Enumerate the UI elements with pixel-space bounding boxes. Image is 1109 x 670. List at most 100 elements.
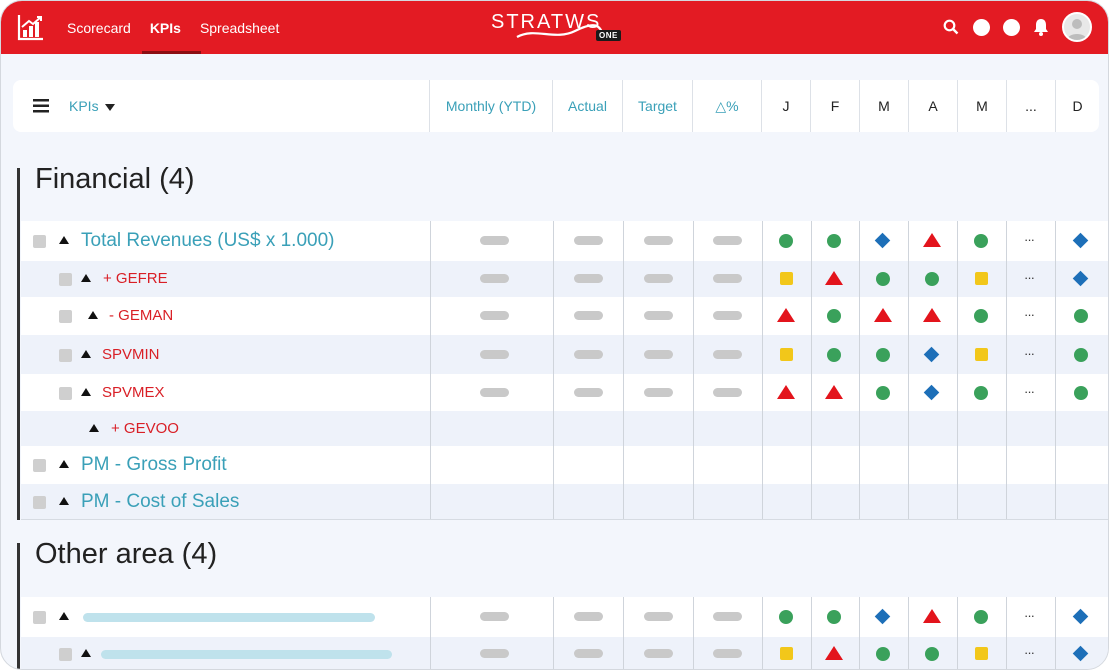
status-diamond-icon (874, 608, 891, 625)
avatar[interactable] (1062, 12, 1092, 42)
status-circle-icon (876, 347, 890, 362)
kpi-name-link[interactable]: SPVMIN (102, 346, 160, 363)
nav-kpis[interactable]: KPIs (141, 1, 202, 54)
column-delta-percent[interactable]: △% (692, 80, 761, 132)
brand-swoosh-icon (516, 24, 605, 38)
app-window: Scorecard KPIs Spreadsheet STRATWS ONE K… (0, 0, 1109, 670)
row-checkbox[interactable] (33, 235, 46, 248)
more-dots-icon: ··· (1024, 270, 1035, 285)
kpi-name-link[interactable]: SPVMEX (102, 384, 165, 401)
row-checkbox[interactable] (59, 386, 72, 400)
brand-logo: STRATWS ONE (491, 9, 621, 45)
more-dots-icon: ··· (1024, 645, 1035, 660)
kpi-select-label: KPIs (69, 98, 99, 114)
more-dots-icon: ··· (1024, 345, 1035, 361)
status-diamond-icon (1072, 608, 1089, 625)
column-month-apr[interactable]: A (908, 80, 957, 132)
kpi-name-placeholder[interactable] (101, 650, 392, 659)
status-triangle-icon (825, 646, 843, 660)
column-divider (1055, 221, 1056, 519)
value-placeholder (574, 236, 603, 245)
value-placeholder (574, 387, 603, 397)
column-divider (430, 221, 431, 519)
table-row[interactable]: + GEFRE ··· (21, 261, 1108, 297)
status-square-icon (975, 647, 988, 660)
table-row[interactable]: ··· (21, 637, 1108, 669)
value-placeholder (713, 311, 742, 320)
table-row[interactable]: PM - Cost of Sales (21, 484, 1108, 519)
nav-scorecard[interactable]: Scorecard (67, 1, 131, 54)
status-square-icon (780, 647, 793, 660)
column-divider (762, 221, 763, 519)
table-row[interactable]: + GEVOO (21, 411, 1108, 446)
bell-icon[interactable] (1032, 18, 1050, 36)
kpi-select-dropdown[interactable]: KPIs (69, 98, 115, 114)
status-circle-icon (974, 309, 988, 323)
column-month-jan[interactable]: J (761, 80, 810, 132)
kpi-name-link[interactable]: Total Revenues (US$ x 1.000) (81, 230, 334, 252)
column-actual[interactable]: Actual (552, 80, 622, 132)
table-row[interactable]: ··· (21, 597, 1108, 637)
table-row[interactable]: - GEMAN ··· (21, 297, 1108, 335)
column-divider (430, 597, 431, 669)
table-row[interactable]: SPVMEX ··· (21, 374, 1108, 411)
status-dot-icon[interactable] (972, 18, 990, 36)
trend-up-icon (59, 496, 69, 505)
value-placeholder (713, 612, 742, 621)
table-row[interactable]: SPVMIN ··· (21, 335, 1108, 374)
column-divider (957, 597, 958, 669)
column-divider (859, 597, 860, 669)
value-placeholder (713, 274, 742, 283)
more-dots-icon: ··· (1024, 383, 1035, 399)
column-monthly-ytd[interactable]: Monthly (YTD) (429, 80, 552, 132)
column-target[interactable]: Target (622, 80, 692, 132)
search-icon[interactable] (942, 18, 960, 36)
row-checkbox[interactable] (33, 611, 46, 624)
column-month-may[interactable]: M (957, 80, 1006, 132)
column-month-feb[interactable]: F (810, 80, 859, 132)
value-placeholder (713, 236, 742, 245)
row-checkbox[interactable] (59, 648, 72, 661)
column-divider (957, 221, 958, 519)
row-checkbox[interactable] (33, 495, 46, 509)
status-circle-icon (876, 385, 890, 400)
kpi-name-link[interactable]: - GEMAN (109, 307, 173, 324)
bar-chart-logo-icon[interactable] (17, 13, 45, 41)
nav-spreadsheet[interactable]: Spreadsheet (200, 1, 279, 54)
kpi-name-link[interactable]: PM - Cost of Sales (81, 491, 239, 513)
value-placeholder (480, 236, 509, 245)
column-divider (859, 221, 860, 519)
kpi-name-link[interactable]: + GEFRE (103, 270, 168, 287)
status-circle-icon (779, 234, 793, 248)
section-accent-bar (17, 168, 20, 520)
hamburger-menu-icon[interactable] (33, 99, 49, 113)
value-placeholder (574, 649, 603, 658)
section-title: Financial (4) (35, 163, 195, 195)
status-circle-icon (974, 610, 988, 624)
row-checkbox[interactable] (59, 310, 72, 323)
table-row[interactable]: PM - Gross Profit (21, 446, 1108, 484)
status-square-icon (975, 347, 988, 361)
column-month-more[interactable]: ... (1006, 80, 1055, 132)
section-divider (21, 519, 1108, 520)
value-placeholder (644, 349, 673, 359)
table-row[interactable]: Total Revenues (US$ x 1.000) ··· (21, 221, 1108, 261)
column-month-mar[interactable]: M (859, 80, 908, 132)
value-placeholder (644, 387, 673, 397)
kpi-table-header: KPIs Monthly (YTD) Actual Target △% J F … (13, 80, 1099, 132)
kpi-name-link[interactable]: PM - Gross Profit (81, 454, 227, 476)
row-checkbox[interactable] (33, 459, 46, 472)
status-dot-icon[interactable] (1002, 18, 1020, 36)
section-accent-bar (17, 543, 20, 669)
column-divider (1006, 221, 1007, 519)
kpi-name-placeholder[interactable] (83, 613, 375, 622)
kpi-name-link[interactable]: + GEVOO (111, 420, 179, 437)
column-month-dec[interactable]: D (1055, 80, 1099, 132)
row-checkbox[interactable] (59, 273, 72, 286)
status-circle-icon (827, 610, 841, 624)
status-square-icon (780, 272, 793, 285)
more-dots-icon: ··· (1024, 232, 1035, 247)
row-checkbox[interactable] (59, 348, 72, 362)
value-placeholder (574, 612, 603, 621)
value-placeholder (574, 274, 603, 283)
